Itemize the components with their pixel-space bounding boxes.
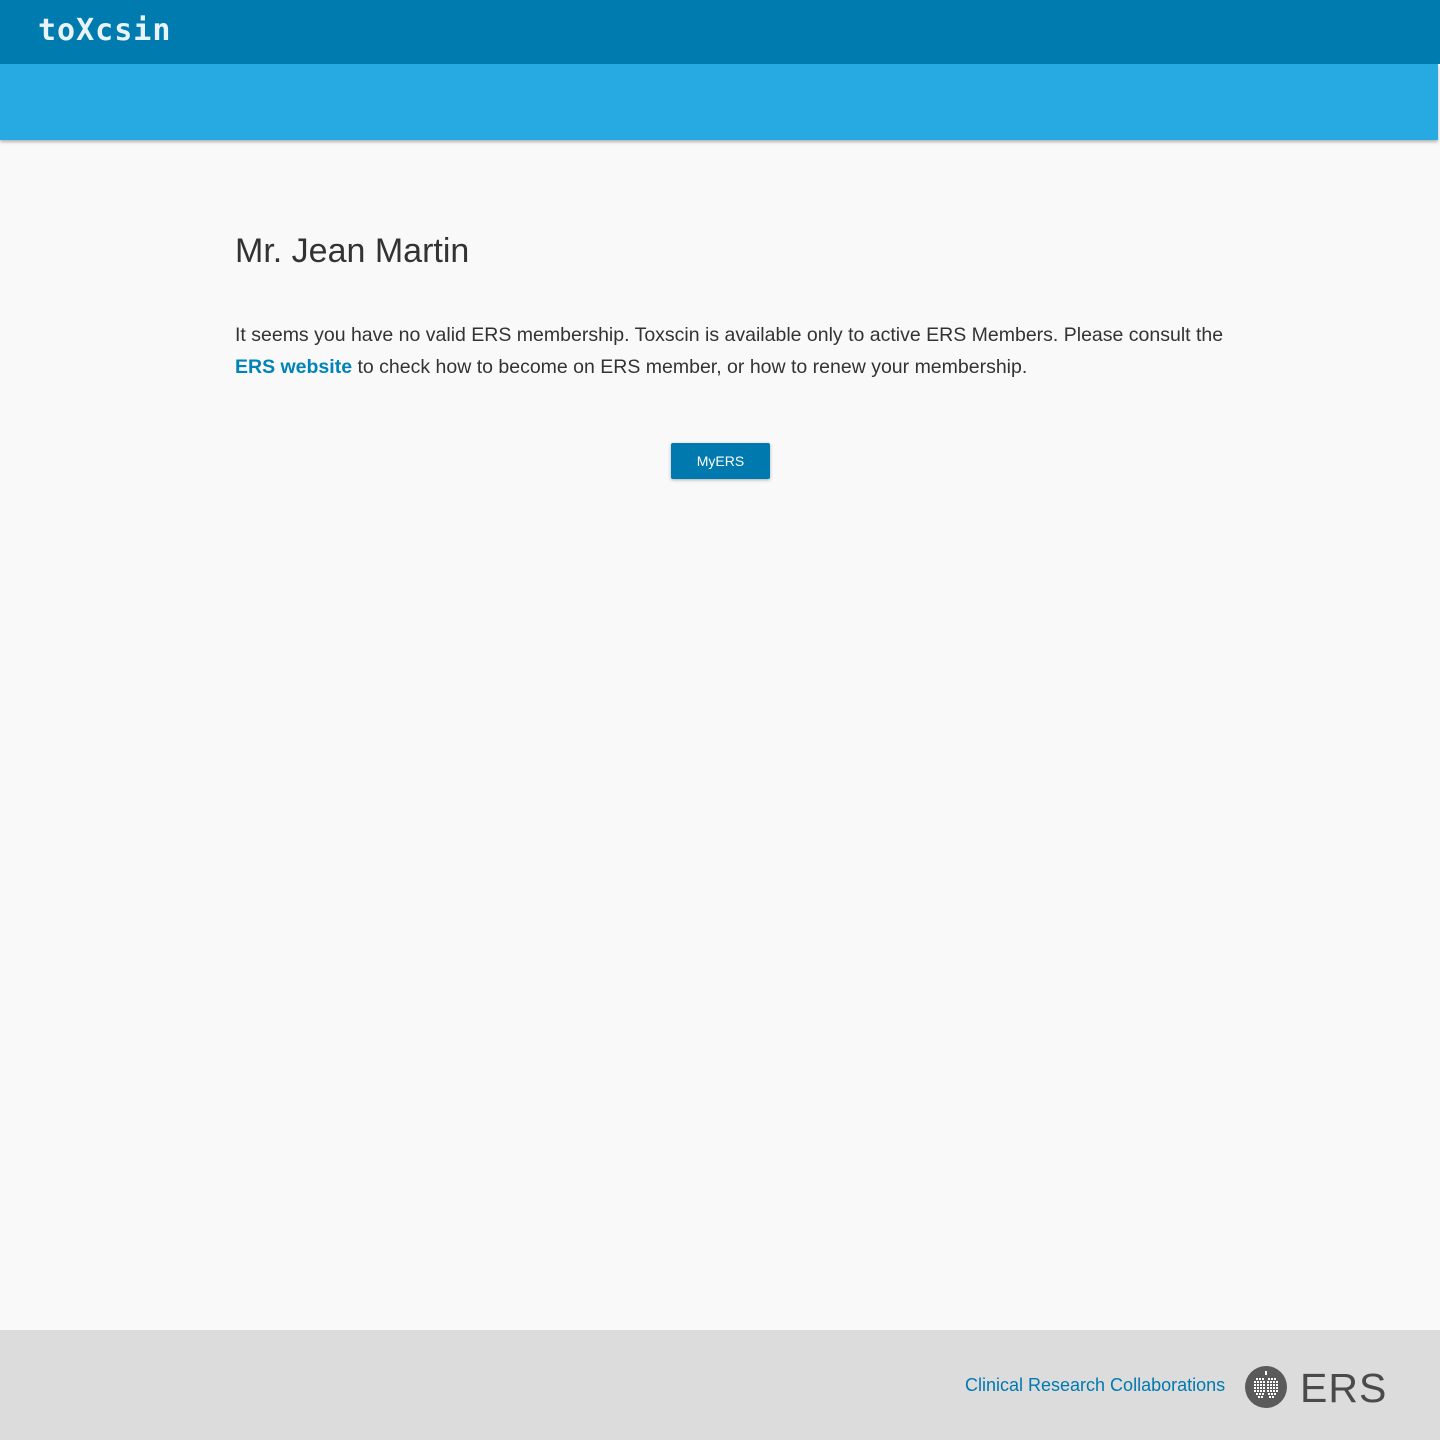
message-text-end: to check how to become on ERS member, or… bbox=[352, 356, 1028, 378]
clinical-research-collaborations-link[interactable]: Clinical Research Collaborations bbox=[965, 1375, 1225, 1396]
header-banner bbox=[0, 64, 1438, 140]
ers-emblem-icon bbox=[1245, 1366, 1287, 1408]
app-header: toXcsin bbox=[0, 0, 1440, 64]
message-text-start: It seems you have no valid ERS membershi… bbox=[235, 324, 1224, 346]
ers-wordmark: ERS bbox=[1300, 1365, 1388, 1411]
ers-logo[interactable]: ERS bbox=[1245, 1366, 1386, 1414]
page-footer: Clinical Research Collaborations ERS bbox=[0, 1330, 1440, 1440]
page-title: Mr. Jean Martin bbox=[235, 232, 470, 270]
myers-button[interactable]: MyERS bbox=[671, 443, 770, 479]
app-logo-text[interactable]: toXcsin bbox=[38, 13, 171, 48]
ers-website-link[interactable]: ERS website bbox=[235, 356, 352, 378]
membership-message: It seems you have no valid ERS membershi… bbox=[235, 319, 1225, 383]
